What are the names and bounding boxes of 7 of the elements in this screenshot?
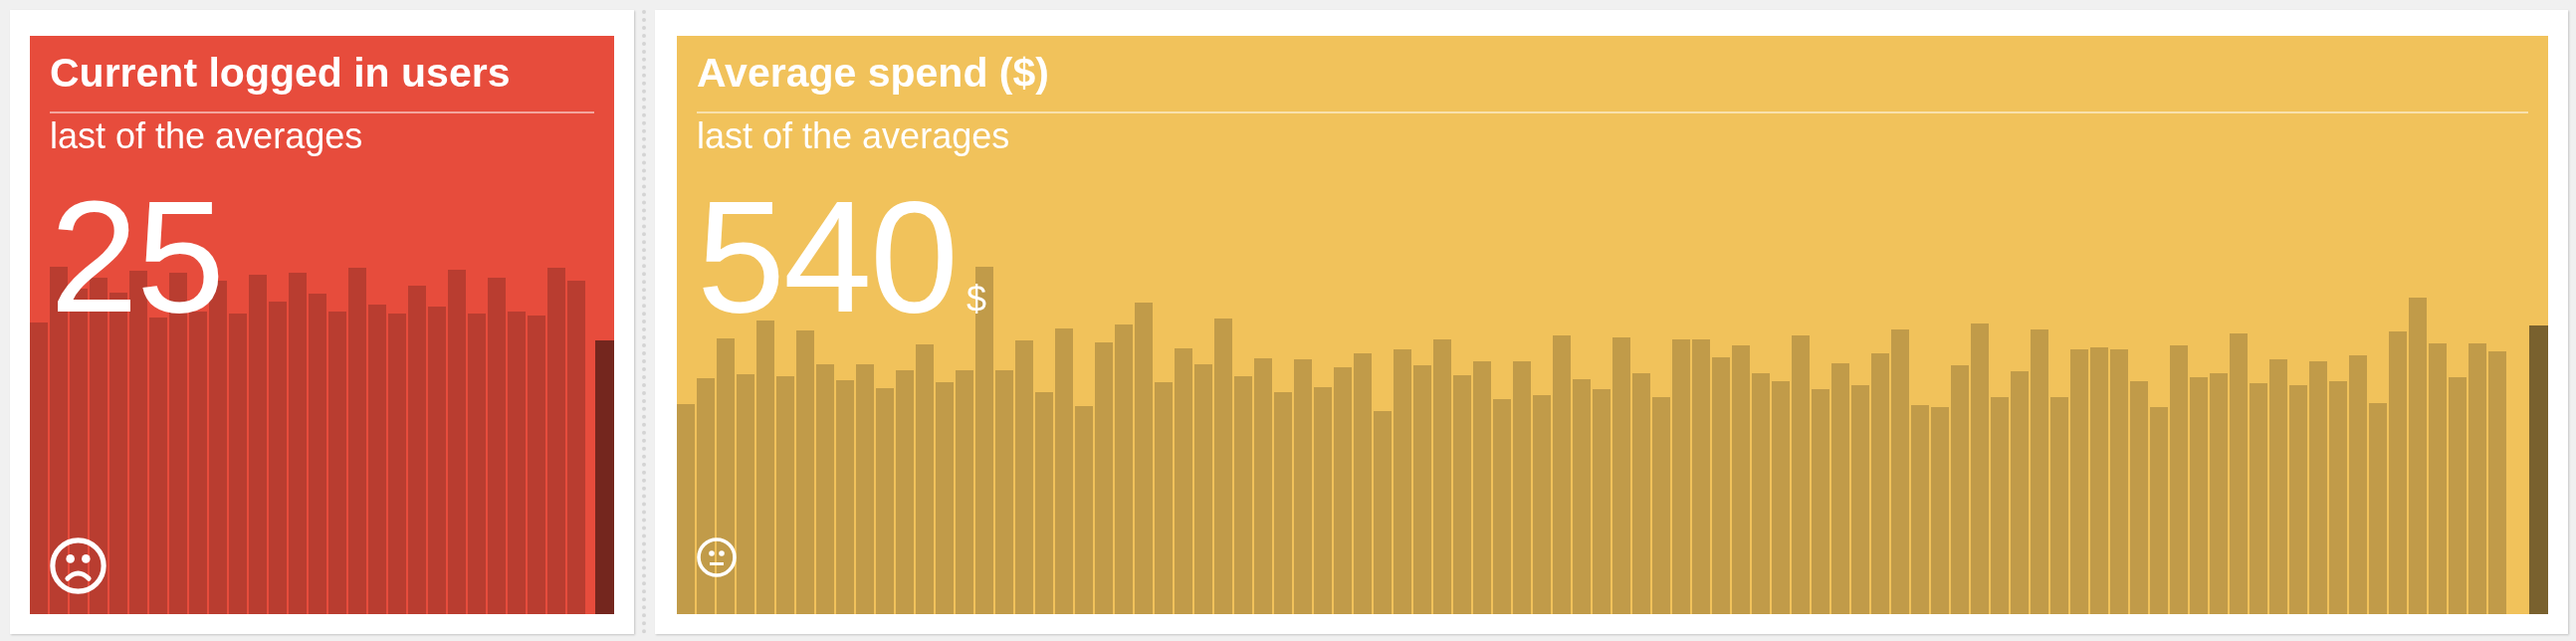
widget-title: Average spend ($): [697, 49, 1050, 98]
metric-value: 25: [50, 177, 223, 336]
widget-subtitle: last of the averages: [697, 114, 1011, 157]
widget-title: Current logged in users: [50, 49, 512, 98]
widget-subtitle: last of the averages: [50, 114, 364, 157]
metric-unit: $: [966, 280, 986, 320]
metric-value: 540: [697, 177, 957, 336]
